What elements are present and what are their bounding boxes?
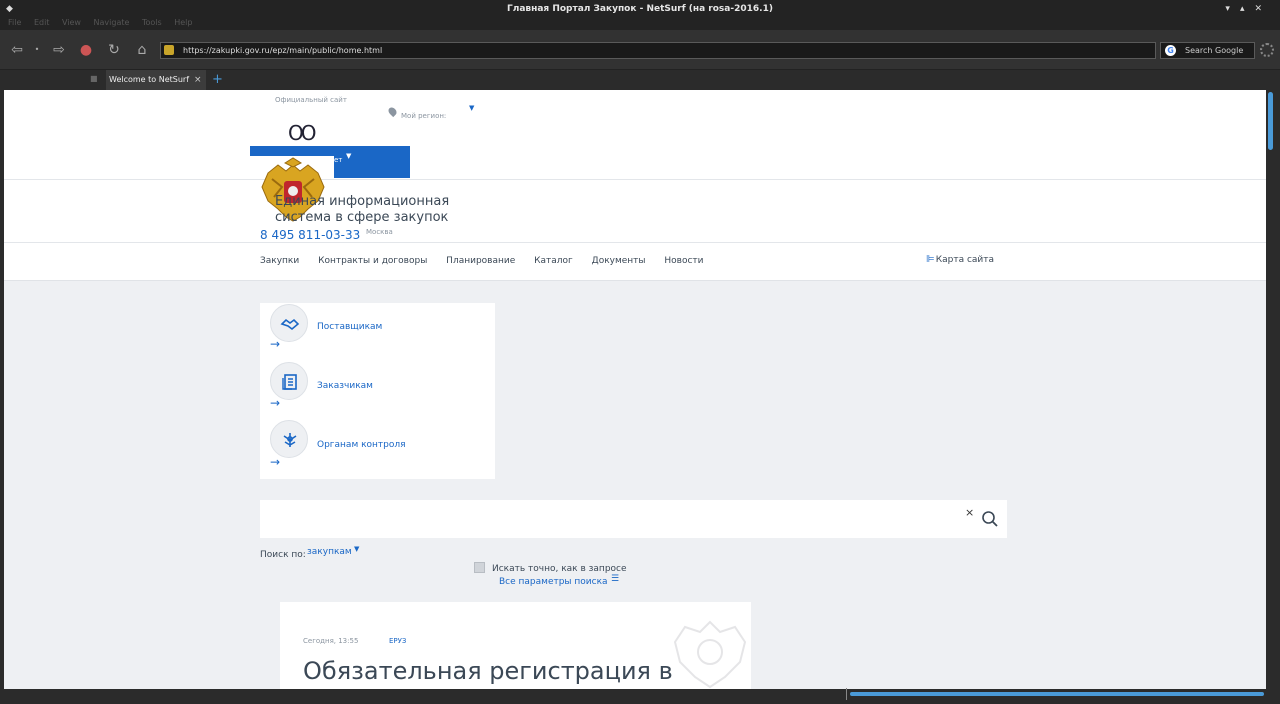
reload-icon[interactable]: ↻ [105,41,123,59]
home-icon[interactable]: ⌂ [133,41,151,59]
vertical-scroll-thumb[interactable] [1268,92,1273,150]
new-tab-icon[interactable]: + [212,70,223,90]
menu-navigate[interactable]: Navigate [94,18,130,27]
menu-help[interactable]: Help [174,18,192,27]
glasses-logo-icon: OO [288,121,317,145]
nav-item-news[interactable]: Новости [664,256,703,266]
login-label[interactable]: ет [334,156,342,164]
divider [4,179,1266,180]
emblem-icon[interactable] [270,420,308,458]
url-field[interactable]: https://zakupki.gov.ru/epz/main/public/h… [160,42,1156,59]
chevron-down-icon[interactable]: ▼ [346,152,351,160]
chevron-down-icon[interactable]: ▼ [354,545,359,553]
forward-icon[interactable]: ⇨ [50,41,68,59]
news-card[interactable]: Сегодня, 13:55 ЕРУЗ Обязательная регистр… [280,602,751,689]
news-title[interactable]: Обязательная регистрация в [303,657,673,685]
news-tag[interactable]: ЕРУЗ [389,637,406,645]
vertical-scrollbar[interactable] [1266,90,1280,689]
documents-icon[interactable] [270,362,308,400]
sitemap-label[interactable]: Карта сайта [936,255,994,265]
site-header [4,90,1266,280]
google-icon: G [1165,45,1176,56]
tab-welcome[interactable]: Welcome to NetSurf [106,70,206,90]
filter-list-icon[interactable]: ☰ [611,574,619,584]
hotline-phone[interactable]: 8 495 811-03-33 [260,228,360,242]
arrow-right-icon[interactable]: → [270,396,280,410]
window-controls[interactable]: ▾▴✕ [1225,0,1272,18]
history-dot-icon[interactable]: • [28,41,46,59]
role-panel: Поставщикам → Заказчикам → Органам контр… [260,303,495,479]
role-customers[interactable]: Заказчикам [317,381,373,391]
search-scope-label: Поиск по: [260,550,306,560]
nav-item-zakupki[interactable]: Закупки [260,256,299,266]
chevron-down-icon[interactable]: ▼ [469,104,474,112]
tab-close-icon[interactable]: × [194,70,202,90]
divider [4,280,1266,281]
close-icon[interactable]: × [965,506,974,519]
search-icon[interactable] [981,510,999,528]
nav-item-documents[interactable]: Документы [592,256,646,266]
menu-edit[interactable]: Edit [34,18,50,27]
arrow-right-icon[interactable]: → [270,455,280,469]
watermark-emblem-icon [673,620,747,689]
sitemap-icon: ⊫ [926,254,935,265]
browser-toolbar: ⇦ • ⇨ ● ↻ ⌂ https://zakupki.gov.ru/epz/m… [0,30,1280,70]
stop-icon[interactable]: ● [77,41,95,59]
text-cursor [846,688,847,700]
arrow-right-icon[interactable]: → [270,337,280,351]
role-control-bodies[interactable]: Органам контроля [317,440,406,450]
throbber-icon [1260,43,1274,57]
main-nav: Закупки Контракты и договоры Планировани… [260,256,720,266]
eis-title: Единая информационная [275,194,450,209]
role-suppliers[interactable]: Поставщикам [317,322,382,332]
tab-bar: ■ Welcome to NetSurf × + [0,70,1280,90]
divider [4,242,1266,243]
page-viewport: Официальный сайт Мой регион: ▼ OO ет ▼ Е… [4,90,1266,689]
horizontal-scroll-thumb[interactable] [850,692,1264,696]
exact-match-label[interactable]: Искать точно, как в запросе [492,564,627,574]
tab-bar-handle-icon: ■ [90,74,98,83]
official-site-label: Официальный сайт [275,96,347,104]
region-selector[interactable]: Мой регион: [401,112,446,120]
search-input[interactable] [260,500,1007,538]
city-label: Москва [366,228,393,236]
site-favicon [164,45,174,55]
nav-item-catalog[interactable]: Каталог [534,256,573,266]
news-date: Сегодня, 13:55 [303,637,359,645]
window-titlebar: ◆ Главная Портал Закупок - NetSurf (на r… [0,0,1280,18]
window-menu-icon[interactable]: ◆ [6,0,13,18]
menu-bar: File Edit View Navigate Tools Help [0,18,1280,30]
search-scope-select[interactable]: закупкам [307,547,352,557]
eis-subtitle: система в сфере закупок [275,210,449,225]
menu-tools[interactable]: Tools [142,18,162,27]
back-icon[interactable]: ⇦ [8,41,26,59]
menu-file[interactable]: File [8,18,21,27]
all-search-params-link[interactable]: Все параметры поиска [499,577,608,587]
exact-match-checkbox[interactable] [474,562,485,573]
menu-view[interactable]: View [62,18,81,27]
nav-item-contracts[interactable]: Контракты и договоры [318,256,427,266]
window-title: Главная Портал Закупок - NetSurf (на ros… [507,4,773,14]
sitemap-link[interactable]: ⊫Карта сайта [926,254,994,265]
nav-item-planning[interactable]: Планирование [446,256,515,266]
